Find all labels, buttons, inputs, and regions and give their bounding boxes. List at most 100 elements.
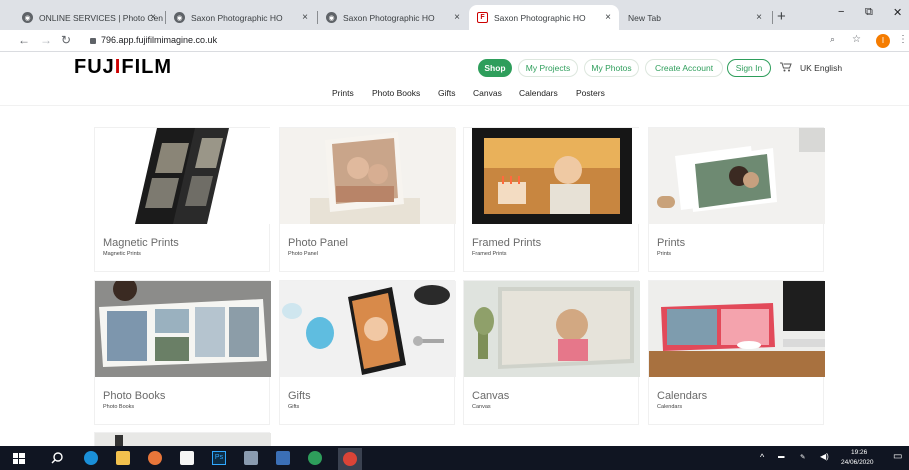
photoshop-icon[interactable]: Ps <box>212 451 226 465</box>
notification-icon[interactable]: ▭ <box>893 451 902 462</box>
file-explorer-icon[interactable] <box>116 451 130 465</box>
menu-posters[interactable]: Posters <box>576 88 605 98</box>
tab-close-icon[interactable]: × <box>756 12 762 23</box>
shop-button[interactable]: Shop <box>478 59 512 77</box>
product-image <box>95 281 271 377</box>
windows-start-icon[interactable] <box>12 451 26 465</box>
product-subtitle: Prints <box>657 251 672 257</box>
tab-close-icon[interactable]: × <box>150 12 156 23</box>
product-subtitle: Calendars <box>657 404 683 410</box>
product-subtitle: Gifts <box>288 404 300 410</box>
product-title: Framed Prints <box>472 237 542 249</box>
menu-gifts[interactable]: Gifts <box>438 88 455 98</box>
product-title: Magnetic Prints <box>103 237 179 249</box>
new-tab-button[interactable]: + <box>777 8 786 25</box>
product-subtitle: Framed Prints <box>472 251 507 257</box>
tab-title: Saxon Photographic HO <box>343 12 435 23</box>
search-icon[interactable]: ⌕ <box>830 34 835 45</box>
product-card-framed-prints[interactable]: Framed Prints Framed Prints <box>463 127 640 272</box>
product-card-photo-panel[interactable]: Photo Panel Photo Panel <box>279 127 456 272</box>
product-title: Canvas <box>472 390 510 402</box>
tab-title: New Tab <box>628 12 661 23</box>
product-image <box>649 128 825 224</box>
tab-close-icon[interactable]: × <box>605 12 611 23</box>
create-account-button[interactable]: Create Account <box>645 59 723 77</box>
tab-title: ONLINE SERVICES | Photo Cen <box>39 12 163 23</box>
network-icon[interactable]: ▬ <box>778 453 785 460</box>
menu-prints[interactable]: Prints <box>332 88 354 98</box>
cart-icon[interactable] <box>780 62 792 74</box>
monitor-app-icon[interactable] <box>276 451 290 465</box>
product-title: Calendars <box>657 390 708 402</box>
tab-close-icon[interactable]: × <box>454 12 460 23</box>
product-card-magnetic-prints[interactable]: Magnetic Prints Magnetic Prints <box>94 127 271 272</box>
product-image <box>280 128 456 224</box>
maximize-button[interactable]: ⧉ <box>865 6 873 19</box>
product-card-gifts[interactable]: Gifts Gifts <box>279 280 456 425</box>
product-card-photo-books[interactable]: Photo Books Photo Books <box>94 280 271 425</box>
tab-separator <box>772 11 773 24</box>
product-image <box>95 128 271 224</box>
volume-icon[interactable]: ◀) <box>820 452 829 461</box>
fujifilm-favicon-icon: F <box>477 12 488 23</box>
my-projects-button[interactable]: My Projects <box>518 59 578 77</box>
browser-tab[interactable]: New Tab × <box>620 5 770 30</box>
tab-title: Saxon Photographic HO <box>494 12 586 23</box>
edge-icon[interactable] <box>84 451 98 465</box>
menu-calendars[interactable]: Calendars <box>519 88 558 98</box>
browser-tab-bar: ◉ ONLINE SERVICES | Photo Cen × ◉ Saxon … <box>0 0 909 30</box>
product-card-calendars[interactable]: Calendars Calendars <box>648 280 825 425</box>
product-title: Gifts <box>288 390 311 402</box>
product-card-prints[interactable]: Prints Prints <box>648 127 825 272</box>
clock-time[interactable]: 19:26 <box>851 449 867 456</box>
reload-button[interactable]: ↻ <box>61 33 71 47</box>
back-button[interactable]: ← <box>18 33 30 47</box>
language-selector[interactable]: UK English <box>800 63 842 73</box>
product-subtitle: Photo Panel <box>288 251 318 257</box>
minimize-button[interactable]: − <box>838 6 844 18</box>
product-subtitle: Canvas <box>472 404 491 410</box>
profile-avatar[interactable]: I <box>876 34 890 48</box>
browser-tab[interactable]: ◉ Saxon Photographic HO × <box>166 5 316 30</box>
product-image <box>464 281 640 377</box>
sign-in-button[interactable]: Sign In <box>727 59 771 77</box>
product-title: Photo Books <box>103 390 166 402</box>
menu-canvas[interactable]: Canvas <box>473 88 502 98</box>
photos-app-icon[interactable] <box>244 451 258 465</box>
header-divider <box>0 105 909 106</box>
url-field[interactable]: 796.app.fujifilmimagine.co.uk <box>101 35 217 45</box>
close-window-button[interactable]: ✕ <box>893 6 902 19</box>
browser-tab-active[interactable]: F Saxon Photographic HO × <box>469 5 619 30</box>
tab-title: Saxon Photographic HO <box>191 12 283 23</box>
tab-close-icon[interactable]: × <box>302 12 308 23</box>
clock-date[interactable]: 24/06/2020 <box>841 459 874 466</box>
product-card-partial[interactable] <box>94 432 271 447</box>
product-subtitle: Magnetic Prints <box>103 251 141 257</box>
browser-tab[interactable]: ◉ Saxon Photographic HO × <box>318 5 468 30</box>
store-icon[interactable] <box>180 451 194 465</box>
product-image <box>464 128 640 224</box>
green-app-icon[interactable] <box>308 451 322 465</box>
my-photos-button[interactable]: My Photos <box>584 59 639 77</box>
product-subtitle: Photo Books <box>103 404 135 410</box>
product-image <box>280 281 456 377</box>
product-title: Photo Panel <box>288 237 348 249</box>
windows-taskbar: Ps ^ ▬ ✎ ◀) 19:26 24/06/2020 ▭ <box>0 446 909 470</box>
firefox-icon[interactable] <box>148 451 162 465</box>
product-image <box>95 433 271 447</box>
chrome-taskbar-active[interactable] <box>338 448 362 470</box>
pen-icon[interactable]: ✎ <box>800 453 805 461</box>
product-title: Prints <box>657 237 686 249</box>
product-card-canvas[interactable]: Canvas Canvas <box>463 280 640 425</box>
forward-button[interactable]: → <box>40 33 52 47</box>
chrome-site-icon: ◉ <box>174 12 185 23</box>
bookmark-star-icon[interactable]: ☆ <box>852 34 861 45</box>
browser-tab[interactable]: ◉ ONLINE SERVICES | Photo Cen × <box>14 5 164 30</box>
browser-menu-icon[interactable]: ⋮ <box>898 34 908 45</box>
menu-photo-books[interactable]: Photo Books <box>372 88 420 98</box>
search-icon[interactable] <box>50 451 64 465</box>
chrome-site-icon: ◉ <box>22 12 33 23</box>
address-bar: ← → ↻ 796.app.fujifilmimagine.co.uk ⌕ ☆ … <box>0 30 909 52</box>
fujifilm-logo[interactable]: FUJIFILM <box>74 56 172 79</box>
tray-chevron-icon[interactable]: ^ <box>760 452 764 462</box>
